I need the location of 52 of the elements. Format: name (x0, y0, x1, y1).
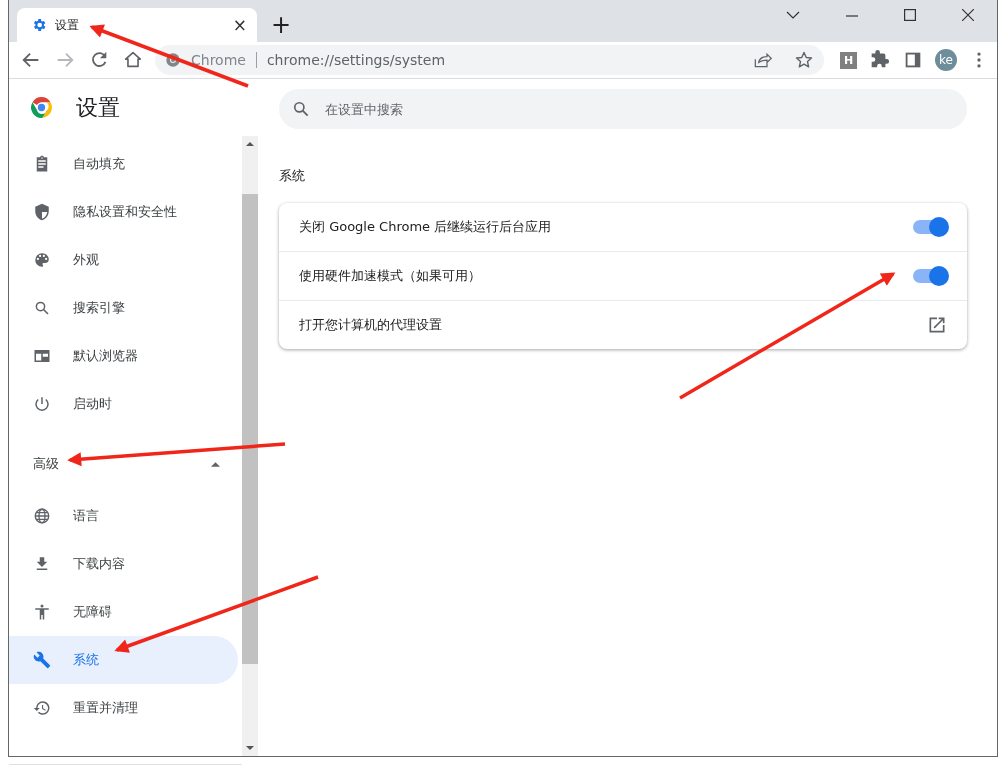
scroll-up-icon[interactable] (246, 142, 254, 146)
sidebar-item[interactable]: 下载内容 (9, 540, 238, 588)
chevron-down-icon[interactable] (786, 11, 800, 19)
setting-label: 关闭 Google Chrome 后继续运行后台应用 (299, 218, 552, 236)
new-tab-button[interactable]: + (271, 13, 292, 37)
section-heading: 系统 (279, 167, 306, 185)
sidebar-item[interactable]: 启动时 (9, 380, 238, 428)
settings-title: 设置 (76, 93, 120, 122)
sidebar-item[interactable]: 隐私设置和安全性 (9, 188, 238, 236)
search-icon (291, 99, 311, 119)
url-text: chrome://settings/system (266, 52, 446, 68)
sidebar-item[interactable]: 重置并清理 (9, 684, 238, 732)
sidebar-item[interactable]: 无障碍 (9, 588, 238, 636)
close-icon[interactable]: × (232, 15, 247, 35)
address-bar[interactable]: Chrome chrome://settings/system (155, 45, 824, 75)
sidebar-item[interactable]: 系统 (9, 636, 238, 684)
toggle-switch[interactable] (913, 220, 947, 234)
wrench-icon (33, 651, 51, 669)
sidebar-item[interactable]: 外观 (9, 236, 238, 284)
search-field[interactable]: 在设置中搜索 (279, 89, 967, 129)
advanced-section-header[interactable]: 高级 (9, 436, 242, 492)
scrollbar[interactable] (242, 136, 258, 756)
power-icon (33, 395, 51, 413)
sidebar-item[interactable]: 语言 (9, 492, 238, 540)
chrome-logo-icon (29, 95, 54, 120)
gear-icon (31, 17, 47, 33)
chrome-logo-icon (165, 52, 181, 68)
collapse-icon (211, 461, 220, 467)
setting-label: 打开您计算机的代理设置 (299, 316, 442, 334)
palette-icon (33, 251, 51, 269)
browser-tab[interactable]: 设置 × (17, 8, 257, 42)
sidebar-item[interactable]: 默认浏览器 (9, 332, 238, 380)
toggle-switch[interactable] (913, 269, 947, 283)
shield-icon (33, 203, 51, 221)
maximize-icon[interactable] (904, 9, 916, 21)
globe-icon (33, 507, 51, 525)
star-icon[interactable] (794, 50, 814, 70)
site-label: Chrome (191, 52, 257, 68)
sidebar-item[interactable]: 自动填充 (9, 140, 238, 188)
extension-button[interactable]: H (840, 51, 857, 69)
history-icon (33, 699, 51, 717)
profile-avatar[interactable]: ke (935, 49, 957, 71)
sidebar-item[interactable]: 搜索引擎 (9, 284, 238, 332)
share-icon[interactable] (752, 50, 772, 70)
browser-window-icon (33, 347, 51, 365)
tab-title: 设置 (55, 16, 80, 34)
external-link-icon[interactable] (927, 315, 947, 335)
setting-label: 使用硬件加速模式（如果可用） (299, 267, 481, 285)
scroll-down-icon[interactable] (246, 746, 254, 750)
search-icon (33, 299, 51, 317)
close-icon[interactable] (962, 9, 974, 21)
accessibility-icon (33, 603, 51, 621)
